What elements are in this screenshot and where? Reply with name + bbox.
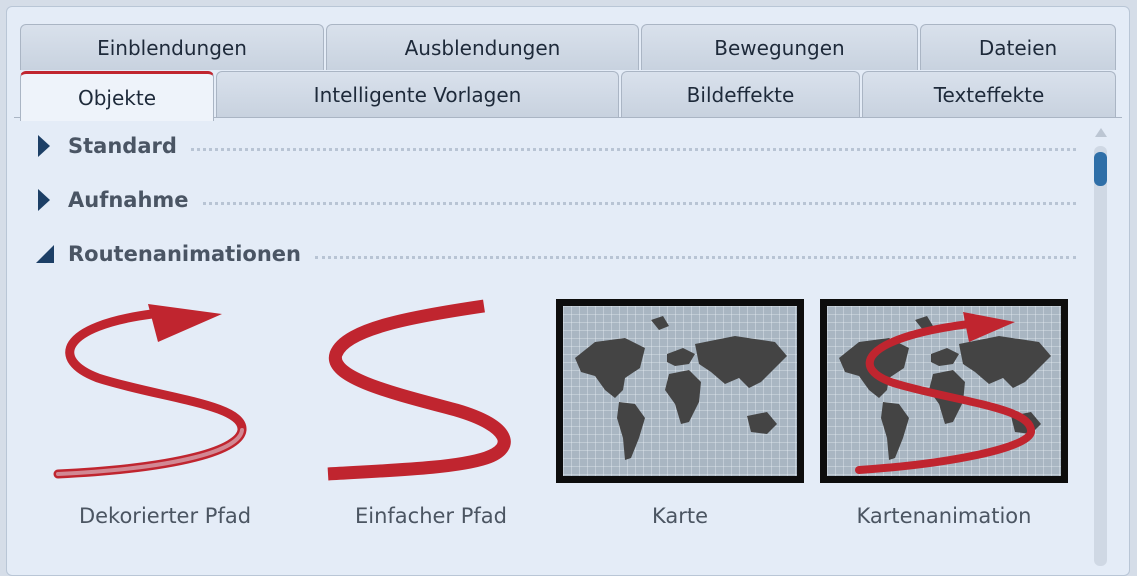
- tab-label: Objekte: [77, 85, 157, 110]
- section-divider: [190, 147, 1076, 151]
- expand-triangle-icon: [36, 135, 58, 157]
- tab-dateien[interactable]: Dateien: [920, 24, 1116, 70]
- scroll-up-arrow-icon[interactable]: [1095, 128, 1107, 137]
- tab-label: Intelligente Vorlagen: [313, 82, 522, 107]
- section-standard[interactable]: Standard: [36, 131, 1076, 161]
- item-einfacher-pfad[interactable]: Einfacher Pfad: [306, 298, 556, 538]
- simple-path-icon: [306, 298, 556, 488]
- map-icon: [555, 298, 805, 488]
- item-label: Einfacher Pfad: [354, 504, 507, 528]
- tab-label: Bewegungen: [714, 35, 845, 60]
- tab-texteffekte[interactable]: Texteffekte: [862, 71, 1116, 117]
- tab-intelligente-vorlagen[interactable]: Intelligente Vorlagen: [216, 71, 619, 117]
- tab-bewegungen[interactable]: Bewegungen: [641, 24, 918, 70]
- vertical-scrollbar[interactable]: [1092, 126, 1110, 566]
- tab-label: Dateien: [978, 35, 1058, 60]
- section-title: Routenanimationen: [68, 242, 301, 266]
- tab-ausblendungen[interactable]: Ausblendungen: [326, 24, 639, 70]
- decorated-path-icon: [40, 298, 290, 488]
- scroll-track[interactable]: [1094, 146, 1107, 566]
- section-aufnahme[interactable]: Aufnahme: [36, 185, 1076, 215]
- content-area: Standard Aufnahme Routenanimationen Deko…: [14, 118, 1090, 563]
- item-label: Karte: [651, 504, 709, 528]
- tab-bildeffekte[interactable]: Bildeffekte: [621, 71, 860, 117]
- tab-label: Ausblendungen: [404, 35, 561, 60]
- map-animation-icon: [819, 298, 1069, 488]
- section-divider: [202, 201, 1076, 205]
- tab-label: Texteffekte: [933, 82, 1045, 107]
- section-title: Standard: [68, 134, 177, 158]
- section-divider: [314, 255, 1076, 259]
- item-label: Dekorierter Pfad: [78, 504, 252, 528]
- tab-label: Einblendungen: [97, 35, 247, 60]
- item-dekorierter-pfad[interactable]: Dekorierter Pfad: [40, 298, 290, 538]
- expand-triangle-icon: [36, 189, 58, 211]
- section-routenanimationen[interactable]: Routenanimationen: [36, 239, 1076, 269]
- tab-label: Bildeffekte: [686, 82, 795, 107]
- section-title: Aufnahme: [68, 188, 189, 212]
- scroll-thumb[interactable]: [1094, 152, 1107, 186]
- item-karte[interactable]: Karte: [555, 298, 805, 538]
- tab-einblendungen[interactable]: Einblendungen: [20, 24, 324, 70]
- item-kartenanimation[interactable]: Kartenanimation: [819, 298, 1069, 538]
- item-label: Kartenanimation: [856, 504, 1032, 528]
- tab-objekte[interactable]: Objekte: [20, 71, 214, 121]
- collapse-triangle-icon: [36, 245, 58, 263]
